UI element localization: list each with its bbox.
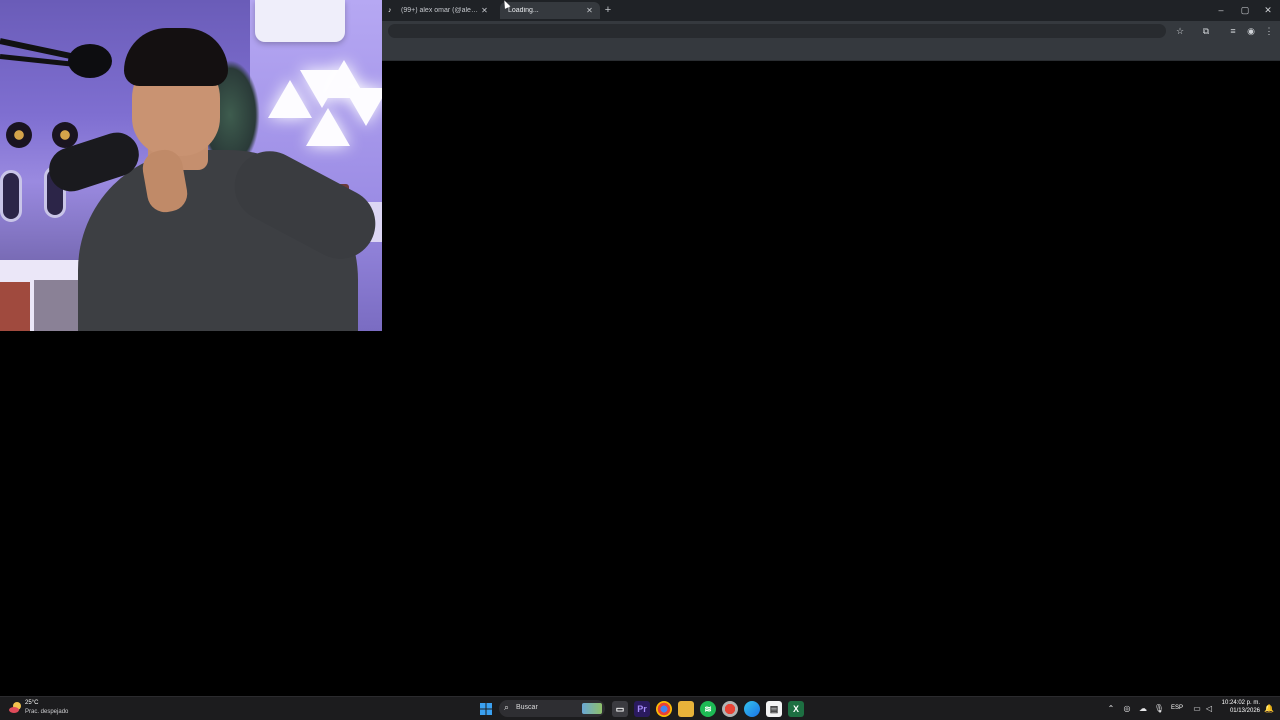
clock-date[interactable]: 01/13/2026 — [1218, 708, 1260, 714]
taskbar: 25°C Prac. despejado ⌕ Buscar ▭ Pr ≋ ▤ X… — [0, 696, 1280, 720]
spotify-icon[interactable]: ≋ — [700, 701, 716, 717]
microphone-icon[interactable]: 🎙 — [1152, 701, 1166, 717]
vinyl-record — [6, 122, 32, 148]
store-icon[interactable]: ▤ — [766, 701, 782, 717]
tray-overflow-icon[interactable]: ⌃ — [1104, 701, 1118, 717]
edge-icon[interactable] — [744, 701, 760, 717]
tab-title: Loading... — [508, 7, 539, 14]
close-window-button[interactable]: ✕ — [1257, 3, 1279, 17]
notifications-icon[interactable]: 🔔 — [1262, 701, 1276, 717]
tiktok-icon: ♪ — [388, 6, 392, 14]
new-tab-button[interactable]: + — [602, 3, 614, 17]
profile-avatar-icon[interactable]: ◉ — [1244, 24, 1258, 38]
poster — [34, 280, 84, 331]
premiere-icon[interactable]: Pr — [634, 701, 650, 717]
chrome-dev-icon[interactable] — [722, 701, 738, 717]
close-tab-icon[interactable]: ✕ — [585, 6, 594, 15]
person-hair — [124, 28, 228, 86]
copilot-icon[interactable]: ◎ — [1120, 701, 1134, 717]
weather-temp[interactable]: 25°C — [25, 700, 38, 706]
volume-icon[interactable]: ◁ — [1202, 701, 1216, 717]
bookmark-star-icon[interactable]: ☆ — [1173, 24, 1187, 38]
mic-mount — [68, 44, 112, 78]
tab-title: (99+) alex omar (@alexomarpu... — [401, 7, 480, 14]
menu-kebab-icon[interactable]: ⋮ — [1262, 24, 1276, 38]
search-icon: ⌕ — [504, 702, 510, 712]
air-conditioner — [255, 0, 345, 42]
chrome-icon[interactable] — [656, 701, 672, 717]
tab-loading[interactable]: Loading... ✕ — [500, 2, 600, 19]
webcam-overlay — [0, 0, 382, 331]
task-view-icon[interactable]: ▭ — [612, 701, 628, 717]
balloon — [0, 170, 22, 222]
language-indicator[interactable]: ESP — [1171, 705, 1183, 711]
light-panel — [306, 108, 350, 146]
file-explorer-icon[interactable] — [678, 701, 694, 717]
address-bar[interactable] — [388, 24, 1166, 38]
close-tab-icon[interactable]: ✕ — [480, 6, 489, 15]
tab-tiktok[interactable]: ♪ (99+) alex omar (@alexomarpu... ✕ — [380, 2, 495, 19]
search-highlight-icon — [582, 703, 602, 714]
excel-icon[interactable]: X — [788, 701, 804, 717]
extensions-icon[interactable]: ⧉ — [1199, 24, 1213, 38]
start-icon[interactable] — [478, 701, 494, 717]
maximize-button[interactable]: ▢ — [1234, 3, 1256, 17]
taskbar-search[interactable]: ⌕ Buscar — [499, 700, 605, 717]
minimize-button[interactable]: – — [1210, 3, 1232, 17]
media-controls-icon[interactable]: ≡ — [1226, 24, 1240, 38]
weather-icon[interactable] — [8, 701, 22, 715]
search-label: Buscar — [516, 704, 538, 711]
onedrive-icon[interactable]: ☁ — [1136, 701, 1150, 717]
poster — [0, 282, 30, 331]
weather-desc[interactable]: Prac. despejado — [25, 709, 68, 715]
clock-time[interactable]: 10:24:02 p. m. — [1218, 700, 1260, 706]
